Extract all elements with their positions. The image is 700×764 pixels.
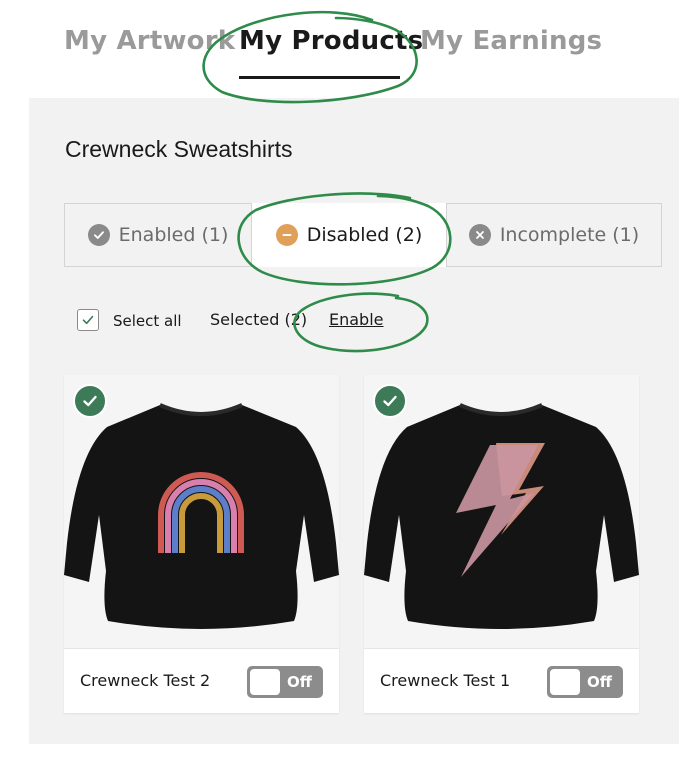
product-card[interactable]: Crewneck Test 1 Off [364, 375, 639, 713]
selected-count: Selected (2) [210, 310, 308, 329]
active-tab-underline [239, 76, 400, 79]
toggle-label: Off [287, 673, 312, 691]
status-filter-tabs: Enabled (1) Disabled (2) Incomplete (1) [64, 203, 662, 267]
select-all-checkbox[interactable] [77, 309, 99, 331]
tab-my-products[interactable]: My Products [239, 26, 423, 56]
tab-incomplete-label: Incomplete (1) [499, 224, 640, 246]
tab-enabled-label: Enabled (1) [118, 224, 229, 246]
check-circle-icon [87, 224, 110, 246]
enable-toggle[interactable]: Off [547, 666, 623, 698]
toggle-knob [550, 669, 580, 695]
minus-circle-icon [275, 224, 298, 246]
product-card-footer: Crewneck Test 2 Off [64, 648, 339, 713]
tab-disabled[interactable]: Disabled (2) [251, 203, 447, 267]
x-circle-icon [468, 224, 491, 246]
selected-check-icon[interactable] [373, 384, 407, 418]
enable-link[interactable]: Enable [329, 310, 384, 329]
tab-enabled[interactable]: Enabled (1) [65, 204, 251, 266]
tab-disabled-label: Disabled (2) [306, 224, 423, 246]
toggle-knob [250, 669, 280, 695]
product-card[interactable]: Crewneck Test 2 Off [64, 375, 339, 713]
enable-toggle[interactable]: Off [247, 666, 323, 698]
product-image-rainbow-sweatshirt [64, 375, 339, 648]
tab-incomplete[interactable]: Incomplete (1) [447, 204, 661, 266]
top-nav-tabs: My Artwork My Products My Earnings [0, 26, 700, 79]
product-name: Crewneck Test 2 [80, 671, 211, 690]
selected-check-icon[interactable] [73, 384, 107, 418]
product-image-lightning-sweatshirt [364, 375, 639, 648]
product-card-footer: Crewneck Test 1 Off [364, 648, 639, 713]
toggle-label: Off [587, 673, 612, 691]
page-title: Crewneck Sweatshirts [65, 136, 293, 162]
tab-my-artwork[interactable]: My Artwork [64, 26, 235, 56]
products-panel: Crewneck Sweatshirts Enabled (1) Disable… [29, 98, 679, 744]
checkmark-icon [82, 315, 94, 325]
bulk-actions-bar: Select all Selected (2) Enable [77, 308, 637, 334]
select-all-label[interactable]: Select all [113, 312, 182, 330]
product-name: Crewneck Test 1 [380, 671, 511, 690]
tab-my-earnings[interactable]: My Earnings [420, 26, 602, 56]
